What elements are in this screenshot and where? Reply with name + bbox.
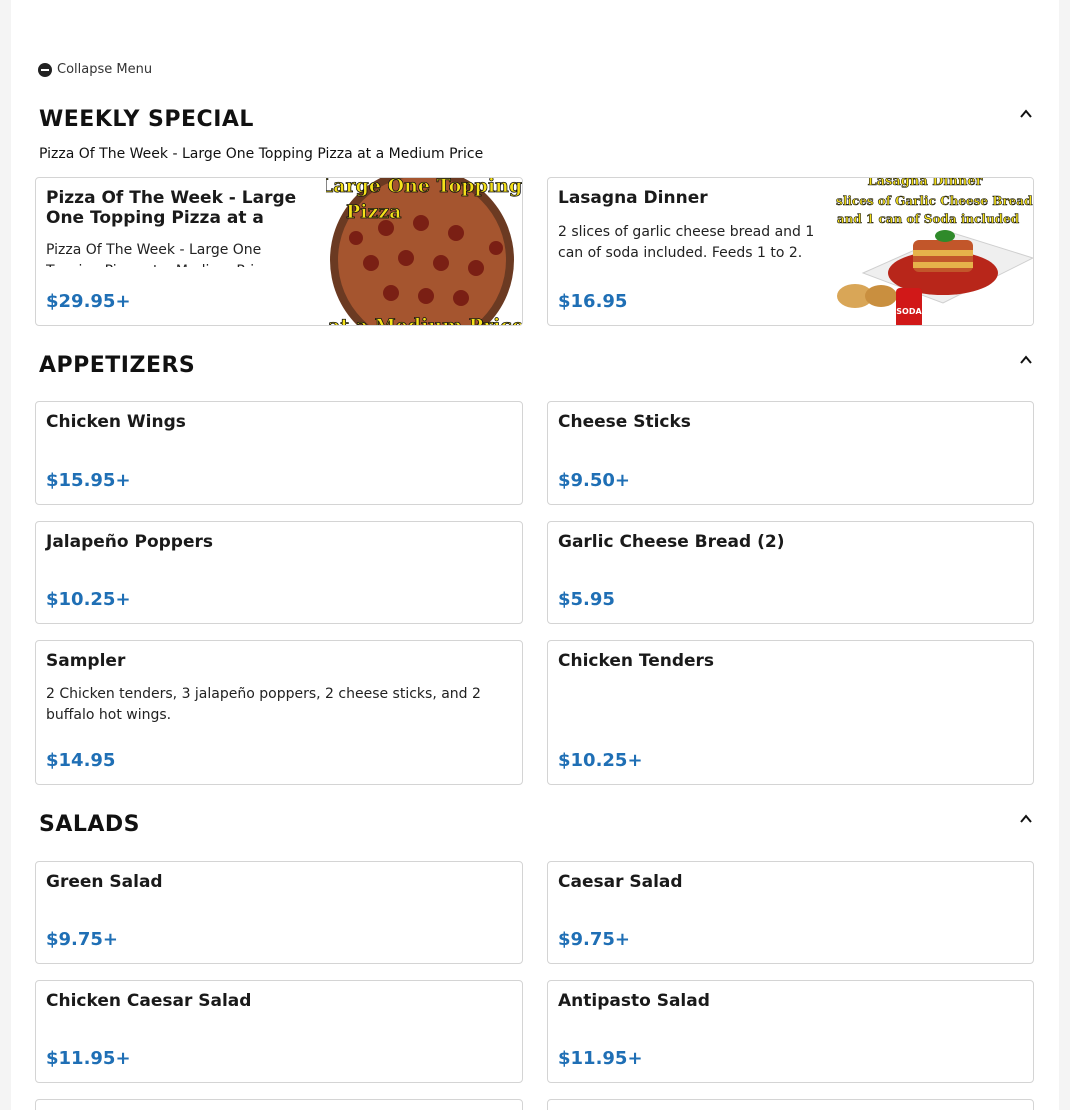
- chevron-up-icon[interactable]: [1019, 353, 1033, 367]
- menu-item-sampler[interactable]: Sampler 2 Chicken tenders, 3 jalapeño po…: [35, 640, 523, 785]
- item-price: $9.75+: [46, 929, 119, 950]
- item-price: $5.95: [558, 589, 615, 610]
- menu-item-cheese-sticks[interactable]: Cheese Sticks $9.50+: [547, 401, 1034, 505]
- minus-circle-icon: [38, 62, 52, 77]
- svg-text:Large One Topping: Large One Topping: [326, 178, 522, 197]
- item-price: $10.25+: [558, 750, 643, 771]
- svg-text:Pizza: Pizza: [346, 201, 401, 223]
- collapse-menu-label: Collapse Menu: [57, 62, 153, 77]
- item-price: $9.50+: [558, 470, 631, 491]
- item-price: $11.95+: [46, 1048, 131, 1069]
- item-name: Chicken Tenders: [558, 651, 715, 671]
- item-name: Green Salad: [46, 872, 163, 892]
- section-title-salads: SALADS: [39, 812, 141, 837]
- svg-text:SODA: SODA: [896, 307, 922, 316]
- item-price: $9.75+: [558, 929, 631, 950]
- lasagna-image: SODA Lasagna Dinner 2 slices of Garlic C…: [833, 178, 1033, 325]
- chevron-up-icon[interactable]: [1019, 812, 1033, 826]
- item-name: Jalapeño Poppers: [46, 532, 214, 552]
- item-price: $16.95: [558, 291, 628, 312]
- menu-item-green-salad[interactable]: Green Salad $9.75+: [35, 861, 523, 964]
- menu-item-partial[interactable]: [547, 1099, 1034, 1110]
- menu-panel: Collapse Menu WEEKLY SPECIAL Pizza Of Th…: [11, 0, 1059, 1110]
- svg-text:Lasagna Dinner: Lasagna Dinner: [867, 178, 982, 189]
- item-price: $29.95+: [46, 291, 131, 312]
- item-name: Garlic Cheese Bread (2): [558, 532, 785, 552]
- item-price: $15.95+: [46, 470, 131, 491]
- menu-item-lasagna-dinner[interactable]: Lasagna Dinner 2 slices of garlic cheese…: [547, 177, 1034, 326]
- item-price: $10.25+: [46, 589, 131, 610]
- svg-text:and 1 can of Soda included: and 1 can of Soda included: [837, 212, 1020, 226]
- item-name: Pizza Of The Week - Large One Topping Pi…: [46, 188, 297, 228]
- item-price: $11.95+: [558, 1048, 643, 1069]
- menu-item-partial[interactable]: [35, 1099, 523, 1110]
- menu-item-chicken-tenders[interactable]: Chicken Tenders $10.25+: [547, 640, 1034, 785]
- section-title-appetizers: APPETIZERS: [39, 353, 196, 378]
- section-description-weekly-special: Pizza Of The Week - Large One Topping Pi…: [39, 146, 484, 162]
- item-name: Chicken Wings: [46, 412, 186, 432]
- item-description: 2 slices of garlic cheese bread and 1 ca…: [558, 224, 815, 261]
- svg-text:2 slices of Garlic Cheese Brea: 2 slices of Garlic Cheese Bread: [833, 194, 1033, 208]
- menu-item-pizza-of-the-week[interactable]: Pizza Of The Week - Large One Topping Pi…: [35, 177, 523, 326]
- item-name: Lasagna Dinner: [558, 188, 708, 208]
- item-price: $14.95: [46, 750, 116, 771]
- item-name: Chicken Caesar Salad: [46, 991, 252, 1011]
- menu-item-garlic-cheese-bread[interactable]: Garlic Cheese Bread (2) $5.95: [547, 521, 1034, 624]
- item-name: Antipasto Salad: [558, 991, 710, 1011]
- section-title-weekly-special: WEEKLY SPECIAL: [39, 107, 254, 132]
- menu-item-jalapeno-poppers[interactable]: Jalapeño Poppers $10.25+: [35, 521, 523, 624]
- item-name: Caesar Salad: [558, 872, 683, 892]
- menu-item-caesar-salad[interactable]: Caesar Salad $9.75+: [547, 861, 1034, 964]
- chevron-up-icon[interactable]: [1019, 107, 1033, 121]
- item-description: Pizza Of The Week - Large One Topping Pi…: [46, 242, 271, 267]
- menu-item-chicken-wings[interactable]: Chicken Wings $15.95+: [35, 401, 523, 505]
- item-name: Cheese Sticks: [558, 412, 691, 432]
- item-description: 2 Chicken tenders, 3 jalapeño poppers, 2…: [46, 686, 481, 723]
- item-name: Sampler: [46, 651, 126, 671]
- menu-item-chicken-caesar-salad[interactable]: Chicken Caesar Salad $11.95+: [35, 980, 523, 1083]
- menu-item-antipasto-salad[interactable]: Antipasto Salad $11.95+: [547, 980, 1034, 1083]
- svg-text:at a Medium Price: at a Medium Price: [328, 315, 522, 325]
- collapse-menu-button[interactable]: Collapse Menu: [38, 62, 152, 77]
- pizza-image: Large One Topping Pizza at a Medium Pric…: [326, 178, 522, 325]
